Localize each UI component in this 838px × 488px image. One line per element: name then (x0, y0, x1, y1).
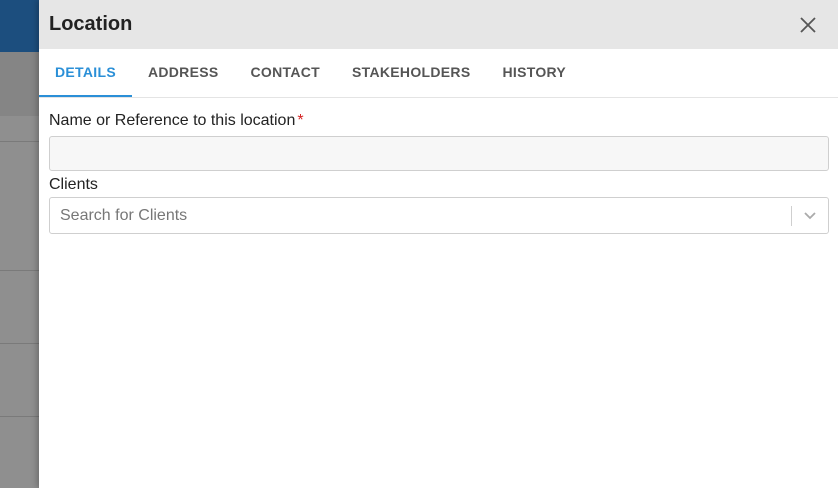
name-label: Name or Reference to this location * (49, 112, 829, 130)
background-divider (0, 270, 40, 271)
close-button[interactable] (796, 13, 820, 37)
dropdown-toggle[interactable] (792, 211, 828, 221)
name-input[interactable] (49, 136, 829, 171)
close-icon (800, 16, 816, 33)
tab-label: DETAILS (55, 64, 116, 80)
name-label-text: Name or Reference to this location (49, 112, 296, 129)
background-divider (0, 343, 40, 344)
tab-history[interactable]: HISTORY (486, 49, 582, 97)
clients-placeholder: Search for Clients (60, 206, 188, 224)
tab-label: CONTACT (250, 64, 321, 80)
location-drawer: Location DETAILS ADDRESS CONTACT STAKEHO… (39, 0, 838, 488)
drawer-title: Location (49, 13, 133, 35)
tab-stakeholders[interactable]: STAKEHOLDERS (336, 49, 486, 97)
tab-bar: DETAILS ADDRESS CONTACT STAKEHOLDERS HIS… (39, 49, 838, 98)
background-divider (0, 416, 40, 417)
chevron-down-icon (804, 211, 816, 219)
tab-details[interactable]: DETAILS (39, 49, 132, 97)
required-mark: * (297, 112, 304, 129)
tab-label: HISTORY (502, 64, 567, 80)
drawer-header: Location (39, 0, 838, 49)
tab-contact[interactable]: CONTACT (235, 49, 337, 97)
tab-address[interactable]: ADDRESS (132, 49, 235, 97)
tab-label: ADDRESS (147, 64, 219, 80)
background-divider (0, 141, 40, 142)
tab-label: STAKEHOLDERS (352, 64, 471, 80)
clients-label: Clients (49, 176, 98, 193)
clients-select[interactable]: Search for Clients (49, 197, 829, 234)
details-form: Name or Reference to this location * Clie… (39, 98, 838, 234)
